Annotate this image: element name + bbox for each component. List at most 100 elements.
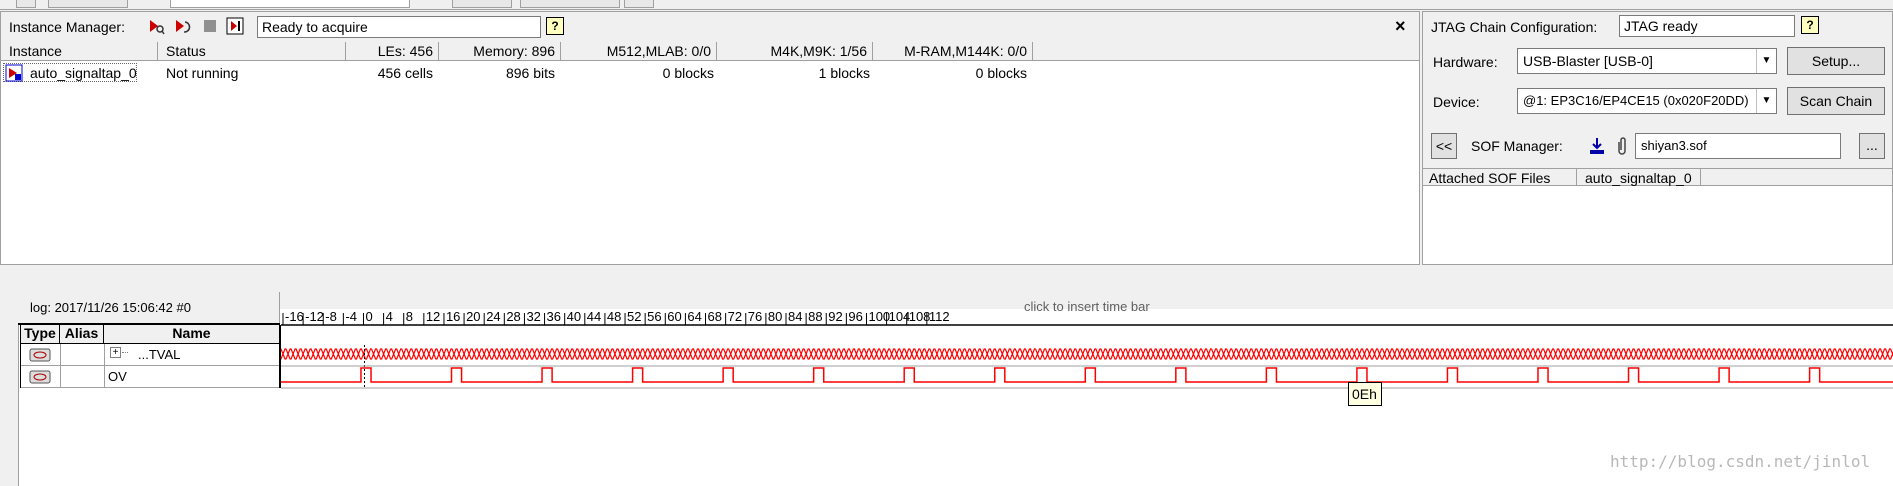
toolbar-button-group[interactable] <box>452 0 512 8</box>
device-label: Device: <box>1433 94 1480 110</box>
ruler-tick-label: -12 <box>305 309 324 324</box>
toolbar-combo[interactable] <box>170 0 410 8</box>
bus-type-icon <box>29 348 51 362</box>
ruler-tick-label: 64 <box>687 309 701 324</box>
ruler-tick-label: 12 <box>426 309 440 324</box>
program-device-icon[interactable] <box>1587 136 1607 156</box>
cell-m512: 0 blocks <box>662 65 714 81</box>
signal-name: ...TVAL <box>138 347 181 362</box>
ruler-tick-label: 60 <box>667 309 681 324</box>
column-header-mram[interactable]: M-RAM,M144K: 0/0 <box>873 42 1033 61</box>
bus-waveform <box>281 348 1893 360</box>
ruler-tick-label: 84 <box>788 309 802 324</box>
column-header-instance[interactable]: Instance <box>1 42 158 61</box>
ruler-tick-label: -16 <box>285 309 304 324</box>
toolbar-button[interactable] <box>16 0 36 8</box>
cell-instance: auto_signaltap_0 <box>30 65 137 81</box>
setup-button[interactable]: Setup... <box>1787 47 1885 75</box>
cell-status: Not running <box>166 65 239 81</box>
toolbar-button-group[interactable] <box>48 0 128 8</box>
ruler-tick-label: 52 <box>627 309 641 324</box>
tree-line <box>122 352 128 353</box>
column-header-name[interactable]: Name <box>104 325 280 344</box>
browse-button[interactable]: ... <box>1859 133 1885 159</box>
ruler-tick-label: 68 <box>708 309 722 324</box>
jtag-status-field: JTAG ready <box>1619 15 1795 37</box>
jtag-panel: JTAG Chain Configuration: JTAG ready ? H… <box>1422 11 1893 265</box>
toolbar-strip <box>0 0 1893 10</box>
run-analysis-icon[interactable] <box>147 17 165 35</box>
column-header-status[interactable]: Status <box>158 42 346 61</box>
ruler-tick-label: 56 <box>647 309 661 324</box>
collapse-button[interactable]: << <box>1431 133 1457 159</box>
column-header-les[interactable]: LEs: 456 <box>346 42 439 61</box>
paperclip-icon[interactable] <box>1615 136 1629 156</box>
ruler-tick-label: 16 <box>446 309 460 324</box>
ruler-tick-label: -4 <box>345 309 357 324</box>
ruler-tick-label: 112 <box>929 309 950 324</box>
stop-analysis-icon[interactable] <box>204 20 216 32</box>
cell-memory: 896 bits <box>505 65 555 81</box>
sof-manager-label: SOF Manager: <box>1471 138 1563 154</box>
waveform-panel: log: 2017/11/26 15:06:42 #0 click to ins… <box>0 276 1893 486</box>
device-select[interactable]: @1: EP3C16/EP4CE15 (0x020F20DD) ▼ <box>1517 88 1777 114</box>
ov-waveform <box>281 367 1893 383</box>
divider <box>104 344 105 388</box>
instance-icon <box>5 64 23 82</box>
scan-chain-button[interactable]: Scan Chain <box>1787 87 1885 115</box>
read-data-icon[interactable] <box>226 17 244 35</box>
ruler-tick-label: 40 <box>567 309 581 324</box>
waveform-canvas[interactable]: -16 -12 -8 -4 0 4 8 12 16 20 24 28 32 36 40 44 48 52 56 60 6… <box>281 309 1893 389</box>
ruler-tick-label: 76 <box>748 309 762 324</box>
ruler-tick-label: 48 <box>607 309 621 324</box>
ruler-tick-label: 0 <box>365 309 372 324</box>
column-header-m4k[interactable]: M4K,M9K: 1/56 <box>717 42 873 61</box>
instance-status-field: Ready to acquire <box>257 16 541 38</box>
splitter[interactable] <box>0 266 1893 276</box>
value-tooltip: 0Eh <box>1348 382 1382 406</box>
ruler-tick-label: 44 <box>587 309 601 324</box>
toolbar-button[interactable] <box>624 0 654 8</box>
column-header-memory[interactable]: Memory: 896 <box>439 42 561 61</box>
divider <box>20 344 21 388</box>
column-header-alias[interactable]: Alias <box>60 325 104 344</box>
expand-icon[interactable]: + <box>110 347 121 358</box>
ruler-tick-label: -8 <box>325 309 337 324</box>
hardware-value: USB-Blaster [USB-0] <box>1523 53 1653 69</box>
sof-file-field[interactable]: shiyan3.sof <box>1635 133 1841 159</box>
instance-manager-title: Instance Manager: <box>9 19 125 35</box>
ruler-tick-label: 20 <box>466 309 480 324</box>
chevron-down-icon[interactable]: ▼ <box>1756 89 1776 113</box>
column-header-type[interactable]: Type <box>20 325 60 344</box>
ruler-tick-label: 24 <box>486 309 500 324</box>
ruler-tick-label: 8 <box>406 309 413 324</box>
ruler-tick-label: 4 <box>386 309 393 324</box>
signal-row[interactable] <box>20 366 280 388</box>
device-value: @1: EP3C16/EP4CE15 (0x020F20DD) <box>1523 93 1749 108</box>
instance-manager-panel: Instance Manager: Ready to acquire ? × I… <box>0 11 1420 265</box>
jtag-title: JTAG Chain Configuration: <box>1431 19 1598 35</box>
close-icon[interactable]: × <box>1395 16 1406 37</box>
ruler-tick-label: 72 <box>728 309 742 324</box>
instance-manager-toolbar: Instance Manager: Ready to acquire ? × <box>1 12 1419 42</box>
cell-les: 456 cells <box>377 65 433 81</box>
ruler-tick-label: 32 <box>526 309 540 324</box>
ruler-tick-label: 88 <box>808 309 822 324</box>
ruler-tick-label: 80 <box>768 309 782 324</box>
watermark: http://blog.csdn.net/jinlol <box>1610 452 1871 471</box>
toolbar-button-group[interactable] <box>520 0 620 8</box>
divider <box>60 344 61 388</box>
signal-type-icon <box>29 370 51 384</box>
help-icon[interactable]: ? <box>1801 16 1819 34</box>
cell-m4k: 1 blocks <box>818 65 870 81</box>
sof-table-header: Attached SOF Files auto_signaltap_0 <box>1423 168 1892 188</box>
ruler-tick-label: 96 <box>848 309 862 324</box>
hardware-select[interactable]: USB-Blaster [USB-0] ▼ <box>1517 48 1777 74</box>
ruler-tick-label: 36 <box>547 309 561 324</box>
help-icon[interactable]: ? <box>546 17 564 35</box>
instance-table-header: Instance Status LEs: 456 Memory: 896 M51… <box>1 42 1419 61</box>
chevron-down-icon[interactable]: ▼ <box>1756 49 1776 73</box>
sof-file-list[interactable] <box>1423 186 1892 264</box>
autorun-analysis-icon[interactable] <box>173 17 191 35</box>
column-header-m512[interactable]: M512,MLAB: 0/0 <box>561 42 717 61</box>
